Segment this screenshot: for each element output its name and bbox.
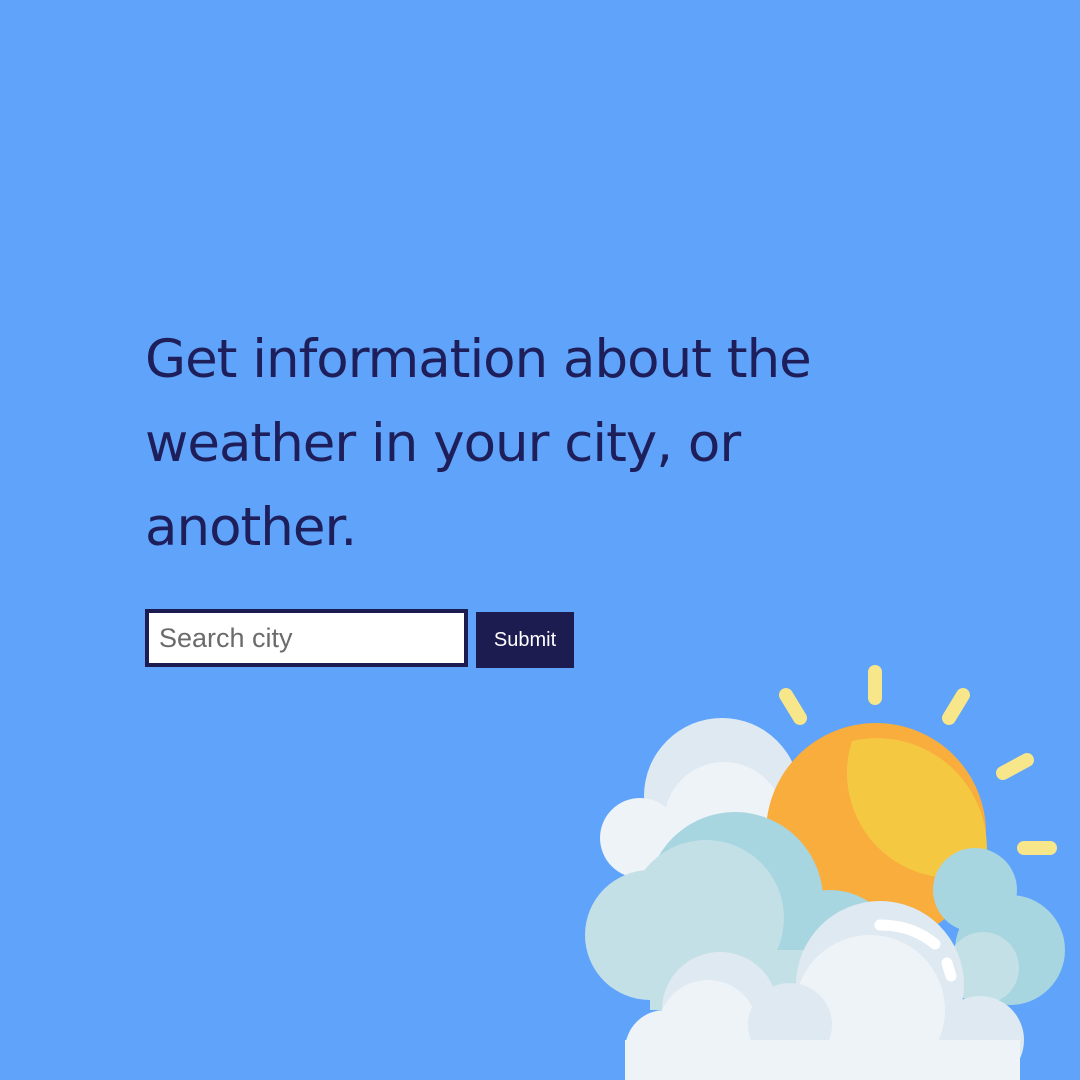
city-search-form: Submit [145, 609, 574, 668]
page-headline: Get information about the weather in you… [145, 329, 812, 558]
city-search-input[interactable] [145, 609, 468, 667]
partly-cloudy-sun-icon [585, 665, 1065, 1080]
